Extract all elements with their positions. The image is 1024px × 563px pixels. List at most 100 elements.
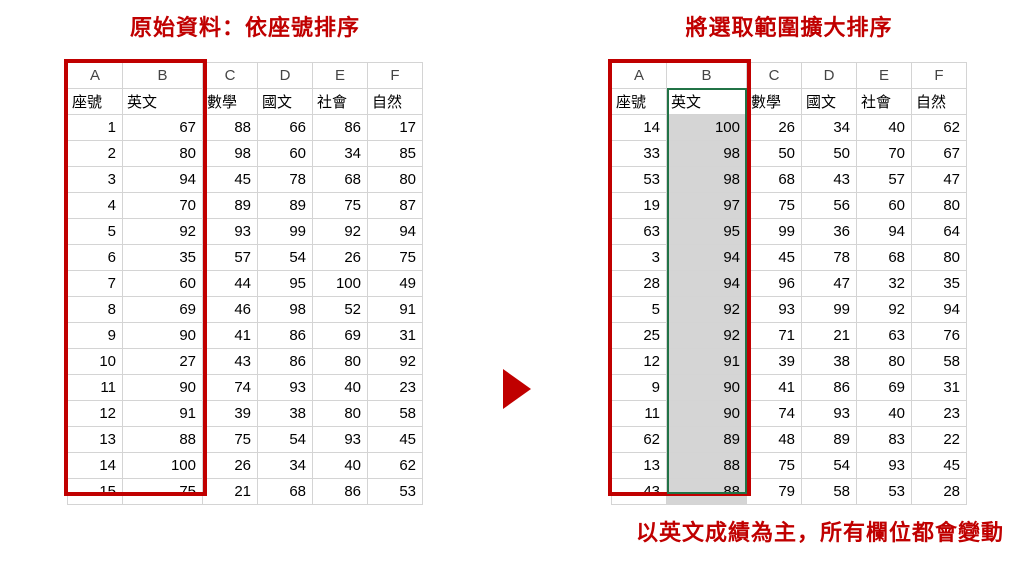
table-cell: 68: [313, 167, 368, 193]
header-cell: 數學: [203, 89, 258, 115]
table-cell: 39: [203, 401, 258, 427]
table-cell: 60: [857, 193, 912, 219]
table-cell: 69: [857, 375, 912, 401]
table-cell: 62: [612, 427, 667, 453]
table-cell: 26: [203, 453, 258, 479]
header-row: 座號 英文 數學 國文 社會 自然: [68, 89, 423, 115]
table-cell: 75: [203, 427, 258, 453]
table-cell: 34: [258, 453, 313, 479]
table-cell: 95: [258, 271, 313, 297]
header-cell-active: 英文: [667, 89, 747, 115]
table-cell: 95: [667, 219, 747, 245]
table-cell: 80: [123, 141, 203, 167]
header-row: 座號 英文 數學 國文 社會 自然: [612, 89, 967, 115]
table-cell: 75: [747, 453, 802, 479]
right-table: A B C D E F 座號 英文 數學 國文 社會 自然 1410026344…: [611, 62, 967, 505]
col-letter: D: [802, 63, 857, 89]
table-cell: 63: [857, 323, 912, 349]
table-row: 438879585328: [612, 479, 967, 505]
col-letter: A: [68, 63, 123, 89]
table-cell: 66: [258, 115, 313, 141]
table-cell: 35: [123, 245, 203, 271]
col-letter: B: [123, 63, 203, 89]
header-cell: 英文: [123, 89, 203, 115]
table-cell: 3: [612, 245, 667, 271]
table-cell: 39: [747, 349, 802, 375]
table-cell: 70: [123, 193, 203, 219]
table-cell: 92: [313, 219, 368, 245]
table-row: 1410026344062: [68, 453, 423, 479]
table-cell: 93: [258, 375, 313, 401]
table-cell: 36: [802, 219, 857, 245]
table-row: 119074934023: [68, 375, 423, 401]
table-cell: 64: [912, 219, 967, 245]
table-cell: 99: [258, 219, 313, 245]
table-cell: 17: [368, 115, 423, 141]
table-cell: 88: [203, 115, 258, 141]
table-cell: 54: [258, 427, 313, 453]
table-cell: 79: [747, 479, 802, 505]
table-cell: 31: [368, 323, 423, 349]
table-cell: 45: [912, 453, 967, 479]
col-letter: F: [368, 63, 423, 89]
table-cell: 54: [802, 453, 857, 479]
column-letter-row: A B C D E F: [68, 63, 423, 89]
table-row: 16788668617: [68, 115, 423, 141]
table-cell: 80: [857, 349, 912, 375]
table-row: 1410026344062: [612, 115, 967, 141]
table-cell: 21: [802, 323, 857, 349]
table-cell: 31: [912, 375, 967, 401]
table-cell: 99: [747, 219, 802, 245]
table-row: 129139388058: [612, 349, 967, 375]
col-letter: C: [747, 63, 802, 89]
table-cell: 40: [313, 453, 368, 479]
col-letter: A: [612, 63, 667, 89]
table-cell: 26: [747, 115, 802, 141]
table-cell: 71: [747, 323, 802, 349]
table-cell: 53: [368, 479, 423, 505]
table-cell: 92: [667, 323, 747, 349]
table-cell: 48: [747, 427, 802, 453]
table-row: 628948898322: [612, 427, 967, 453]
table-cell: 86: [258, 323, 313, 349]
col-letter: D: [258, 63, 313, 89]
table-cell: 80: [912, 245, 967, 271]
table-row: 339850507067: [612, 141, 967, 167]
header-cell: 座號: [68, 89, 123, 115]
header-cell: 數學: [747, 89, 802, 115]
table-cell: 56: [802, 193, 857, 219]
right-title: 將選取範圍擴大排序: [685, 10, 892, 42]
left-sheet-wrapper: A B C D E F 座號 英文 數學 國文 社會 自然 1678866861…: [67, 62, 423, 505]
table-cell: 1: [68, 115, 123, 141]
table-cell: 28: [612, 271, 667, 297]
table-cell: 33: [612, 141, 667, 167]
table-cell: 40: [857, 401, 912, 427]
table-cell: 70: [857, 141, 912, 167]
table-cell: 7: [68, 271, 123, 297]
table-cell: 50: [747, 141, 802, 167]
table-cell: 15: [68, 479, 123, 505]
table-cell: 12: [68, 401, 123, 427]
table-row: 138875549345: [612, 453, 967, 479]
table-cell: 62: [912, 115, 967, 141]
table-cell: 12: [612, 349, 667, 375]
table-cell: 91: [123, 401, 203, 427]
table-row: 39445786880: [612, 245, 967, 271]
table-cell: 44: [203, 271, 258, 297]
table-cell: 8: [68, 297, 123, 323]
table-row: 59293999294: [68, 219, 423, 245]
table-cell: 62: [368, 453, 423, 479]
table-cell: 80: [912, 193, 967, 219]
table-cell: 78: [802, 245, 857, 271]
table-cell: 94: [667, 245, 747, 271]
table-cell: 45: [747, 245, 802, 271]
table-cell: 99: [802, 297, 857, 323]
table-cell: 47: [802, 271, 857, 297]
table-cell: 80: [368, 167, 423, 193]
table-cell: 68: [857, 245, 912, 271]
table-cell: 83: [857, 427, 912, 453]
table-cell: 11: [612, 401, 667, 427]
table-cell: 5: [612, 297, 667, 323]
table-cell: 38: [802, 349, 857, 375]
table-row: 99041866931: [68, 323, 423, 349]
